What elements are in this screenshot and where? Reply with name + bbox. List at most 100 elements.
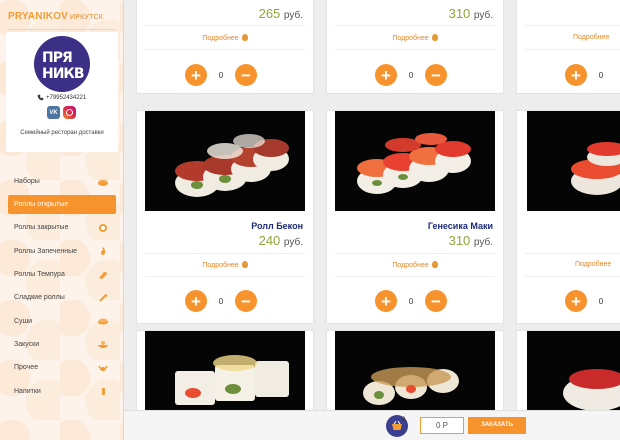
increase-button[interactable]: + [565, 290, 587, 312]
logo-text-line2: НИКВ [42, 66, 85, 82]
quantity-stepper: + 0 − [185, 290, 257, 312]
increase-button[interactable]: + [375, 290, 397, 312]
quantity-stepper: + 0 − [375, 64, 447, 86]
product-card: 310 руб. Подробнее + 0 − [326, 0, 504, 94]
menu-item-label: Напитки [14, 387, 41, 395]
menu-item-sweet-rolls[interactable]: Сладкие роллы [8, 286, 116, 309]
divider [525, 25, 620, 26]
divider [525, 49, 620, 50]
phone-contact[interactable]: +79952434221 [37, 94, 86, 101]
phone-icon [37, 94, 44, 101]
product-price: 240 руб. [258, 233, 303, 248]
menu-item-other[interactable]: Прочее [8, 356, 116, 379]
instagram-icon[interactable] [63, 106, 76, 119]
tempura-icon [99, 271, 107, 279]
vk-icon[interactable]: VK [47, 106, 60, 119]
product-image[interactable] [527, 331, 620, 410]
menu-item-tempura-rolls[interactable]: Роллы Темпура [8, 263, 116, 286]
menu-item-label: Закуски [14, 340, 40, 348]
quantity-stepper: + 0 [565, 290, 611, 312]
divider [525, 253, 620, 254]
drink-icon [102, 388, 105, 396]
quantity-value[interactable]: 0 [211, 71, 231, 80]
product-card: Генесика Маки 310 руб. Подробнее + 0 − [326, 110, 504, 324]
divider [335, 276, 495, 277]
product-image[interactable] [335, 331, 495, 410]
menu-item-sushi[interactable]: Суши [8, 309, 116, 332]
details-link[interactable]: Подробнее [137, 261, 313, 269]
product-price: 310 руб. [448, 6, 493, 21]
menu-item-open-rolls[interactable]: Роллы открытые [8, 195, 116, 215]
menu-item-label: Сладкие роллы [14, 294, 65, 302]
divider [145, 49, 305, 50]
details-link[interactable]: Подробнее [575, 261, 620, 268]
decrease-button[interactable]: − [235, 64, 257, 86]
quantity-value[interactable]: 0 [591, 297, 611, 306]
product-name[interactable]: Генесика Маки [428, 221, 493, 231]
menu-item-label: Суши [14, 317, 33, 325]
fire-icon [101, 247, 106, 256]
divider [8, 29, 115, 30]
brand-city: ИРКУТСК [69, 14, 104, 21]
menu-item-label: Роллы открытые [14, 201, 69, 209]
fire-icon [241, 34, 248, 41]
menu-item-label: Роллы закрытые [14, 224, 69, 232]
menu-item-label: Прочее [14, 364, 39, 372]
divider [335, 49, 495, 50]
increase-button[interactable]: + [185, 290, 207, 312]
genesis-maki-photo [335, 111, 495, 211]
product-card: Подробнее + 0 [516, 0, 620, 94]
menu-item-label: Роллы Запеченные [14, 247, 78, 255]
product-image[interactable] [335, 111, 495, 211]
quantity-stepper: + 0 − [375, 290, 447, 312]
increase-button[interactable]: + [565, 64, 587, 86]
menu-item-closed-rolls[interactable]: Роллы закрытые [8, 216, 116, 239]
sweet-roll-icon [99, 294, 108, 302]
fire-icon [241, 261, 248, 268]
menu-item-baked-rolls[interactable]: Роллы Запеченные [8, 240, 116, 263]
product-grid: 265 руб. Подробнее + 0 − 310 руб. Подроб… [124, 0, 620, 410]
fire-icon [431, 261, 438, 268]
tagline: Семейный ресторан доставки [20, 130, 104, 136]
menu-item-snacks[interactable]: Закуски [8, 333, 116, 356]
menu-item-label: Наборы [14, 178, 40, 186]
divider [145, 25, 305, 26]
details-link[interactable]: Подробнее [327, 34, 503, 42]
menu-item-sets[interactable]: Наборы [8, 170, 116, 193]
roll-photo [145, 331, 305, 410]
logo-text-line1: ПРЯ [42, 50, 73, 66]
divider [335, 253, 495, 254]
brand-title[interactable]: PRYANIKOV ИРКУТСК [8, 11, 103, 22]
divider [145, 276, 305, 277]
product-image[interactable] [145, 331, 305, 410]
details-link[interactable]: Подробнее [137, 34, 313, 42]
quantity-value[interactable]: 0 [401, 297, 421, 306]
order-button[interactable]: ЗАКАЗАТЬ [468, 417, 526, 434]
decrease-button[interactable]: − [425, 64, 447, 86]
quantity-value[interactable]: 0 [211, 297, 231, 306]
details-link[interactable]: Подробнее [573, 34, 620, 41]
menu-item-drinks[interactable]: Напитки [8, 379, 116, 402]
crab-icon [98, 365, 108, 371]
decrease-button[interactable]: − [425, 290, 447, 312]
product-image[interactable] [145, 111, 305, 211]
phone-number: +79952434221 [46, 94, 87, 101]
quantity-value[interactable]: 0 [401, 71, 421, 80]
cart-count-badge: 0 [402, 417, 406, 423]
product-price: 265 руб. [258, 6, 303, 21]
product-card [136, 330, 314, 410]
details-link[interactable]: Подробнее [327, 261, 503, 269]
restaurant-logo[interactable]: ПРЯ НИКВ [34, 36, 90, 92]
product-card [516, 330, 620, 410]
product-name[interactable]: Ролл Бекон [251, 221, 303, 231]
increase-button[interactable]: + [185, 64, 207, 86]
category-menu: Наборы Роллы открытые Роллы закрытые Рол… [8, 170, 116, 403]
cart-bar: 0 0 Р ЗАКАЗАТЬ [124, 410, 620, 440]
product-image[interactable] [527, 111, 620, 211]
decrease-button[interactable]: − [235, 290, 257, 312]
increase-button[interactable]: + [375, 64, 397, 86]
cart-total: 0 Р [420, 417, 464, 434]
divider [525, 276, 620, 277]
quantity-value[interactable]: 0 [591, 71, 611, 80]
snack-icon [98, 341, 108, 349]
